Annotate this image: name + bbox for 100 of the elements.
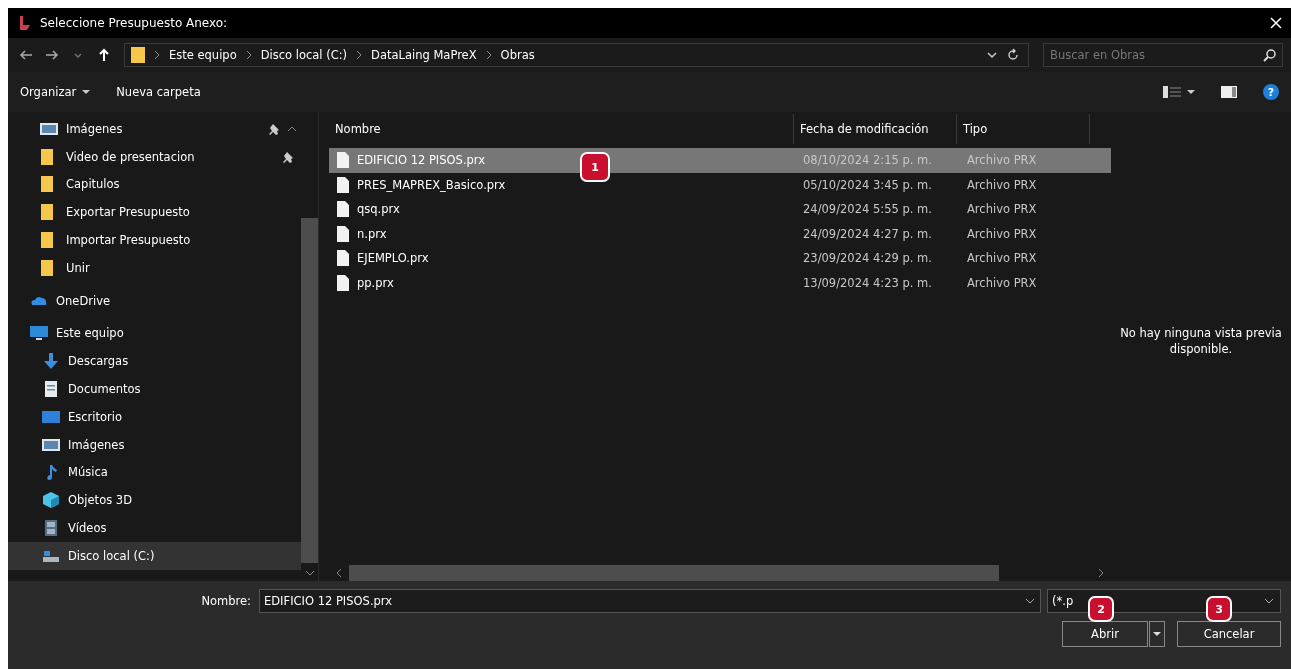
- column-header[interactable]: Fecha de modificación: [794, 114, 957, 144]
- file-icon: [337, 274, 349, 291]
- window-title: Seleccione Presupuesto Anexo:: [40, 16, 228, 30]
- file-icon: [337, 201, 349, 218]
- file-name: PRES_MAPREX_Basico.prx: [357, 177, 506, 192]
- column-header[interactable]: Tipo: [957, 114, 1090, 144]
- refresh-icon: [1006, 48, 1020, 62]
- cancel-button[interactable]: Cancelar: [1177, 621, 1281, 647]
- chevron-icon: [355, 50, 364, 60]
- file-name: qsq.prx: [357, 202, 400, 217]
- back-icon: [19, 48, 33, 62]
- filename-label: Nombre:: [201, 594, 251, 608]
- search-field[interactable]: Buscar en Obras: [1043, 43, 1283, 67]
- list-view-icon: [1163, 85, 1181, 99]
- file-name: EJEMPLO.prx: [357, 251, 429, 266]
- file-type: Archivo PRX: [966, 177, 1038, 192]
- organize-menu[interactable]: Organizar: [20, 85, 91, 99]
- chevron-icon: [484, 50, 493, 60]
- address-bar[interactable]: Este equipo Disco local (C:) DataLaing MaPreX Obras: [124, 43, 1029, 67]
- breadcrumb-item[interactable]: DataLaing MaPreX: [371, 48, 477, 62]
- document-icon: [42, 380, 60, 399]
- sidebar-item[interactable]: Importar Presupuesto: [8, 226, 283, 254]
- file-date: 13/09/2024 4:23 p. m.: [802, 275, 933, 290]
- file-type: Archivo PRX: [966, 226, 1038, 241]
- sidebar-item[interactable]: Imágenes: [8, 115, 269, 143]
- new-folder-button[interactable]: Nueva carpeta: [116, 85, 201, 99]
- sidebar-item[interactable]: Este equipo: [8, 319, 301, 348]
- scrollbar-thumb[interactable]: [301, 218, 318, 563]
- open-options-button[interactable]: [1149, 621, 1165, 647]
- preview-pane-button[interactable]: [1221, 86, 1237, 98]
- file-row[interactable]: qsq.prx 24/09/2024 5:55 p. m. Archivo PRX: [329, 197, 1111, 222]
- file-date: 24/09/2024 4:27 p. m.: [802, 226, 933, 241]
- sidebar-item[interactable]: OneDrive: [8, 286, 301, 315]
- file-date: 05/10/2024 3:45 p. m.: [802, 177, 933, 192]
- file-row[interactable]: pp.prx 13/09/2024 4:23 p. m. Archivo PRX: [329, 270, 1111, 295]
- film-icon: [42, 519, 60, 538]
- scroll-down-icon: [304, 569, 315, 577]
- cube-icon: [42, 491, 60, 510]
- dropdown-icon: [1025, 597, 1035, 605]
- file-name: EDIFICIO 12 PISOS.prx: [357, 153, 486, 168]
- close-icon: [1270, 17, 1282, 29]
- scrollbar-thumb[interactable]: [349, 565, 999, 581]
- filename-field[interactable]: EDIFICIO 12 PISOS.prx: [259, 589, 1041, 613]
- sidebar-item[interactable]: Objetos 3D: [8, 486, 301, 515]
- breadcrumb-item[interactable]: Disco local (C:): [260, 48, 348, 62]
- file-date: 24/09/2024 5:55 p. m.: [802, 202, 933, 217]
- caret-icon: [1187, 89, 1195, 95]
- scroll-right-icon: [1097, 568, 1105, 578]
- file-type: Archivo PRX: [966, 153, 1038, 168]
- scroll-up-icon: [287, 124, 297, 133]
- sidebar-item[interactable]: Video de presentacion: [8, 142, 283, 171]
- cloud-icon: [30, 295, 48, 307]
- up-icon: [97, 48, 111, 62]
- file-type: Archivo PRX: [966, 251, 1038, 266]
- file-icon: [337, 152, 349, 169]
- folder-icon: [131, 46, 145, 64]
- step-number-badge: 2: [1088, 596, 1114, 622]
- chevron-icon: [244, 50, 253, 60]
- caret-icon: [1153, 631, 1161, 637]
- sidebar-item[interactable]: Música: [8, 458, 301, 487]
- sidebar-item[interactable]: Disco local (C:): [8, 541, 301, 570]
- app-logo-icon: [18, 15, 32, 31]
- chevron-icon: [153, 50, 161, 60]
- file-type: Archivo PRX: [966, 202, 1038, 217]
- file-type: Archivo PRX: [966, 275, 1038, 290]
- file-icon: [337, 176, 349, 193]
- sidebar-item[interactable]: Escritorio: [8, 402, 301, 431]
- sidebar-item[interactable]: Descargas: [8, 347, 301, 376]
- file-row[interactable]: n.prx 24/09/2024 4:27 p. m. Archivo PRX: [329, 221, 1111, 246]
- column-header[interactable]: Nombre: [329, 114, 794, 144]
- sidebar-item[interactable]: Exportar Presupuesto: [8, 198, 283, 227]
- file-date: 08/10/2024 2:15 p. m.: [802, 153, 933, 168]
- breadcrumb-item[interactable]: Obras: [500, 48, 535, 62]
- step-number-badge: 1: [580, 152, 610, 182]
- help-button[interactable]: ?: [1263, 84, 1279, 100]
- preview-message: No hay ninguna vista previa disponible.: [1119, 326, 1283, 357]
- caret-icon: [82, 89, 91, 95]
- step-number-badge: 3: [1206, 596, 1232, 622]
- breadcrumb-item[interactable]: Este equipo: [169, 48, 237, 62]
- down-arrow-icon: [42, 352, 60, 371]
- file-name: n.prx: [357, 226, 387, 241]
- monitor-icon: [30, 324, 48, 343]
- forward-icon: [45, 48, 59, 62]
- search-icon: [1263, 48, 1277, 62]
- scroll-left-icon: [335, 568, 343, 578]
- file-icon: [337, 250, 349, 267]
- open-button[interactable]: Abrir: [1062, 621, 1148, 647]
- dropdown-icon: [986, 49, 998, 61]
- dropdown-icon: [1264, 597, 1274, 605]
- sidebar-item[interactable]: Imágenes: [8, 430, 301, 459]
- sidebar-item[interactable]: Vídeos: [8, 514, 301, 542]
- file-name: pp.prx: [357, 275, 394, 290]
- sidebar-item[interactable]: Capitulos: [8, 170, 283, 199]
- file-date: 23/09/2024 4:29 p. m.: [802, 251, 933, 266]
- file-icon: [337, 225, 349, 242]
- pane-icon: [1221, 86, 1237, 98]
- sidebar-item[interactable]: Unir: [8, 254, 283, 282]
- sidebar-item[interactable]: Documentos: [8, 375, 301, 403]
- file-row[interactable]: EJEMPLO.prx 23/09/2024 4:29 p. m. Archivo PRX: [329, 246, 1111, 271]
- view-menu[interactable]: [1163, 85, 1195, 99]
